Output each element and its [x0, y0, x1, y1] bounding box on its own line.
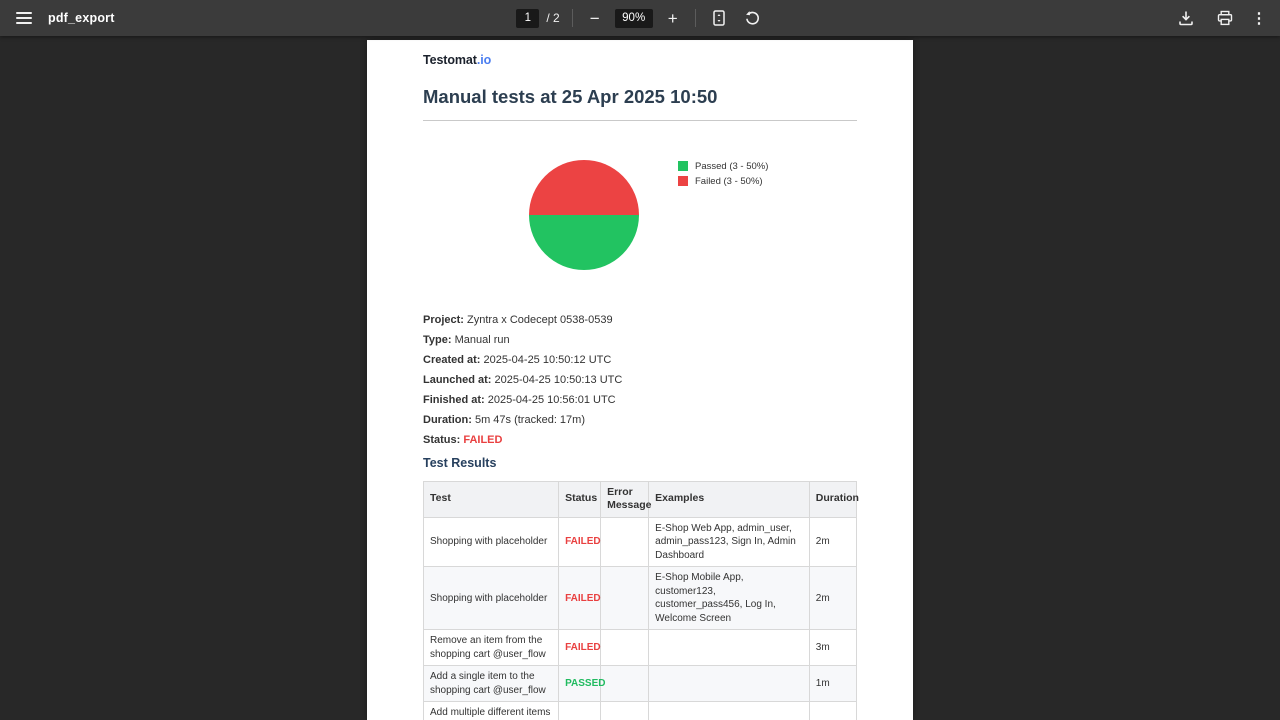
rotate-button[interactable]: [742, 7, 764, 29]
toolbar-right: ⋮: [1175, 0, 1280, 36]
hamburger-icon: [16, 12, 32, 24]
pdf-page-content: Testomat.io Manual tests at 25 Apr 2025 …: [367, 40, 913, 720]
column-header-status: Status: [559, 481, 601, 517]
download-button[interactable]: [1175, 7, 1197, 29]
table-row: Shopping with placeholder FAILED E-Shop …: [424, 517, 857, 567]
run-metadata: Project: Zyntra x Codecept 0538-0539 Typ…: [423, 314, 857, 446]
zoom-out-button[interactable]: −: [585, 7, 605, 29]
legend-label: Failed (3 - 50%): [695, 176, 763, 187]
pie-chart: [529, 160, 639, 270]
column-header-duration: Duration: [809, 481, 856, 517]
table-row: Remove an item from the shopping cart @u…: [424, 630, 857, 666]
testomat-logo: Testomat.io: [423, 53, 857, 67]
meta-duration: Duration: 5m 47s (tracked: 17m): [423, 414, 857, 426]
document-title: pdf_export: [48, 11, 115, 25]
section-title: Test Results: [423, 456, 857, 470]
rotate-counterclockwise-icon: [744, 10, 761, 27]
toolbar-divider: [572, 9, 573, 27]
column-header-error-message: Error Message: [601, 481, 649, 517]
test-results-table: Test Status Error Message Examples Durat…: [423, 481, 857, 720]
legend-swatch: [678, 161, 688, 171]
legend-label: Passed (3 - 50%): [695, 161, 768, 172]
table-row: Shopping with placeholder FAILED E-Shop …: [424, 567, 857, 630]
table-header-row: Test Status Error Message Examples Durat…: [424, 481, 857, 517]
table-row: Add multiple different items to the shop…: [424, 702, 857, 720]
pdf-scroll-area[interactable]: Testomat.io Manual tests at 25 Apr 2025 …: [0, 36, 1280, 720]
meta-status: Status: FAILED: [423, 434, 857, 446]
column-header-examples: Examples: [649, 481, 810, 517]
toolbar-center: / 2 − +: [516, 7, 763, 29]
legend-item-failed: Failed (3 - 50%): [678, 176, 768, 187]
meta-created-at: Created at: 2025-04-25 10:50:12 UTC: [423, 354, 857, 366]
status-badge: FAILED: [463, 434, 502, 446]
meta-type: Type: Manual run: [423, 334, 857, 346]
legend-item-passed: Passed (3 - 50%): [678, 161, 768, 172]
fit-to-page-icon: [712, 10, 726, 26]
results-chart: Passed (3 - 50%) Failed (3 - 50%): [423, 160, 857, 270]
meta-finished-at: Finished at: 2025-04-25 10:56:01 UTC: [423, 394, 857, 406]
meta-project: Project: Zyntra x Codecept 0538-0539: [423, 314, 857, 326]
page-number-input[interactable]: [516, 9, 539, 28]
status-badge: FAILED: [565, 536, 601, 547]
status-badge: FAILED: [565, 593, 601, 604]
meta-launched-at: Launched at: 2025-04-25 10:50:13 UTC: [423, 374, 857, 386]
zoom-level-input[interactable]: [615, 9, 653, 28]
pdf-viewer-toolbar: pdf_export / 2 − +: [0, 0, 1280, 36]
fit-to-page-button[interactable]: [708, 7, 730, 29]
more-options-button[interactable]: ⋮: [1253, 7, 1265, 29]
chart-legend: Passed (3 - 50%) Failed (3 - 50%): [678, 161, 768, 270]
toolbar-left: pdf_export: [0, 0, 115, 36]
print-icon: [1217, 10, 1233, 26]
zoom-in-button[interactable]: +: [663, 7, 683, 29]
logo-suffix-text: .io: [477, 53, 491, 67]
toolbar-divider: [695, 9, 696, 27]
download-icon: [1178, 10, 1194, 26]
column-header-test: Test: [424, 481, 559, 517]
status-badge: PASSED: [565, 678, 605, 689]
table-row: Add a single item to the shopping cart @…: [424, 666, 857, 702]
status-badge: FAILED: [565, 642, 601, 653]
print-button[interactable]: [1214, 7, 1236, 29]
report-title: Manual tests at 25 Apr 2025 10:50: [423, 88, 857, 107]
logo-brand-text: Testomat: [423, 53, 477, 67]
page-count-label: / 2: [546, 11, 559, 25]
legend-swatch: [678, 176, 688, 186]
pdf-page: Testomat.io Manual tests at 25 Apr 2025 …: [367, 40, 913, 720]
title-divider: [423, 120, 857, 121]
menu-button[interactable]: [13, 7, 35, 29]
